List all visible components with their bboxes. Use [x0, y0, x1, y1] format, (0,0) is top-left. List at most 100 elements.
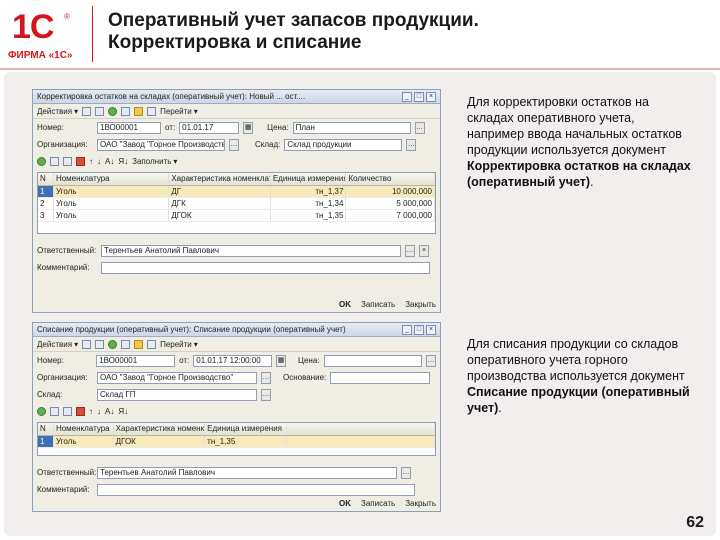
warehouse-select-icon[interactable]: … [406, 138, 417, 151]
goto-menu[interactable]: Перейти ▾ [160, 107, 198, 116]
responsible-field[interactable]: Терентьев Анатолий Павлович [101, 244, 401, 257]
ok-button[interactable]: OK [339, 300, 351, 309]
sort-desc-icon[interactable]: Я↓ [118, 407, 128, 416]
column-header[interactable] [287, 423, 435, 435]
date-field[interactable]: 01.01.17 [179, 121, 240, 134]
structure-icon[interactable] [134, 106, 144, 116]
responsible-row: Ответственный: Терентьев Анатолий Павлов… [33, 464, 440, 481]
table-row[interactable]: 1 Уголь ДГ тн_1,37 10 000,000 [38, 186, 435, 198]
correction-document-window: Корректировка остатков на складах (опера… [32, 89, 441, 313]
move-up-icon[interactable]: ↑ [89, 407, 93, 416]
structure-icon[interactable] [134, 339, 144, 349]
fill-menu[interactable]: Заполнить ▾ [132, 157, 177, 166]
column-header[interactable]: Единица измерения [205, 423, 287, 435]
delete-row-icon[interactable] [76, 407, 85, 416]
table-row[interactable]: 3 Уголь ДГОК тн_1,35 7 000,000 [38, 210, 435, 222]
fill-label: Заполнить [132, 157, 172, 166]
number-label: Номер: [37, 356, 64, 365]
organization-select-icon[interactable]: … [229, 138, 239, 151]
column-header[interactable]: Единица измерения [271, 173, 347, 185]
copy-row-icon[interactable] [50, 407, 59, 416]
minimize-icon[interactable]: _ [402, 91, 412, 102]
maximize-icon[interactable]: □ [414, 324, 424, 335]
goods-table: N Номенклатура Характеристика номенклату… [37, 422, 436, 456]
document-toolbar: Действия ▾ Перейти ▾ [33, 337, 440, 352]
sort-desc-icon[interactable]: Я↓ [118, 157, 128, 166]
table-row[interactable]: 1 Уголь ДГОК тн_1,35 [38, 436, 435, 448]
post-icon[interactable] [108, 339, 118, 349]
window-title: Списание продукции (оперативный учет): С… [37, 325, 346, 334]
sort-asc-icon[interactable]: A↓ [105, 407, 114, 416]
organization-field[interactable]: ОАО "Завод "Горное Производство" [97, 371, 257, 384]
comment-field[interactable] [97, 483, 415, 496]
copy-icon[interactable] [95, 339, 105, 349]
copy-icon[interactable] [95, 106, 105, 116]
new-document-icon[interactable] [82, 106, 92, 116]
price-field[interactable] [323, 354, 423, 367]
edit-row-icon[interactable] [63, 157, 72, 166]
column-header[interactable]: Характеристика номенклатуры [169, 173, 271, 185]
warehouse-field[interactable]: Склад продукции [284, 138, 403, 151]
price-type-field[interactable]: План [292, 121, 411, 134]
delete-row-icon[interactable] [76, 157, 85, 166]
close-button[interactable]: Закрыть [405, 300, 436, 309]
close-icon[interactable]: × [426, 91, 436, 102]
help-icon[interactable] [147, 339, 157, 349]
minimize-icon[interactable]: _ [402, 324, 412, 335]
edit-row-icon[interactable] [63, 407, 72, 416]
number-row: Номер: 1ВО00001 от: 01.01.17 ▦ Цена: Пла… [33, 119, 440, 136]
reason-field[interactable] [330, 371, 431, 384]
copy-row-icon[interactable] [50, 157, 59, 166]
warehouse-field[interactable]: Склад ГП [97, 388, 257, 401]
column-header[interactable]: Номенклатура [54, 423, 114, 435]
actions-menu[interactable]: Действия ▾ [37, 340, 78, 349]
print-icon[interactable] [121, 106, 131, 116]
organization-select-icon[interactable]: … [261, 371, 271, 384]
add-row-icon[interactable] [37, 157, 46, 166]
warehouse-select-icon[interactable]: … [261, 388, 271, 401]
save-button[interactable]: Записать [361, 499, 395, 508]
table-header: N Номенклатура Характеристика номенклату… [38, 173, 435, 186]
row-item: Уголь [53, 186, 170, 197]
price-type-select-icon[interactable]: … [414, 121, 425, 134]
sort-asc-icon[interactable]: A↓ [105, 157, 114, 166]
number-field[interactable]: 1ВО00001 [96, 354, 176, 367]
table-row[interactable]: 2 Уголь ДГК тн_1,34 5 000,000 [38, 198, 435, 210]
responsible-select-icon[interactable]: … [401, 466, 411, 479]
responsible-clear-icon[interactable]: × [419, 244, 429, 257]
number-field[interactable]: 1ВО00001 [97, 121, 161, 134]
move-down-icon[interactable]: ↓ [97, 407, 101, 416]
column-header[interactable]: Количество [346, 173, 435, 185]
post-icon[interactable] [108, 106, 118, 116]
print-icon[interactable] [121, 339, 131, 349]
column-header[interactable]: Номенклатура [54, 173, 170, 185]
save-button[interactable]: Записать [361, 300, 395, 309]
close-button[interactable]: Закрыть [405, 499, 436, 508]
calendar-icon[interactable]: ▦ [276, 354, 287, 367]
organization-row: Организация: ОАО "Завод "Горное Производ… [33, 369, 440, 386]
organization-label: Организация: [37, 373, 88, 382]
window-title: Корректировка остатков на складах (опера… [37, 92, 306, 101]
move-down-icon[interactable]: ↓ [97, 157, 101, 166]
close-icon[interactable]: × [426, 324, 436, 335]
column-header[interactable]: N [38, 423, 54, 435]
comment-row: Комментарий: [33, 259, 440, 276]
move-up-icon[interactable]: ↑ [89, 157, 93, 166]
date-field[interactable]: 01.01.17 12:00:00 [193, 354, 273, 367]
ok-button[interactable]: OK [339, 499, 351, 508]
responsible-field[interactable]: Терентьев Анатолий Павлович [97, 466, 397, 479]
add-row-icon[interactable] [37, 407, 46, 416]
column-header[interactable]: Характеристика номенклатуры [114, 423, 206, 435]
maximize-icon[interactable]: □ [414, 91, 424, 102]
column-header[interactable]: N [38, 173, 54, 185]
writeoff-document-window: Списание продукции (оперативный учет): С… [32, 322, 441, 512]
new-document-icon[interactable] [82, 339, 92, 349]
calendar-icon[interactable]: ▦ [243, 121, 254, 134]
responsible-select-icon[interactable]: … [405, 244, 415, 257]
price-select-icon[interactable]: … [426, 354, 436, 367]
comment-field[interactable] [101, 261, 430, 274]
help-icon[interactable] [147, 106, 157, 116]
organization-field[interactable]: ОАО "Завод "Горное Производство" [97, 138, 225, 151]
actions-menu[interactable]: Действия ▾ [37, 107, 78, 116]
goto-menu[interactable]: Перейти ▾ [160, 340, 198, 349]
